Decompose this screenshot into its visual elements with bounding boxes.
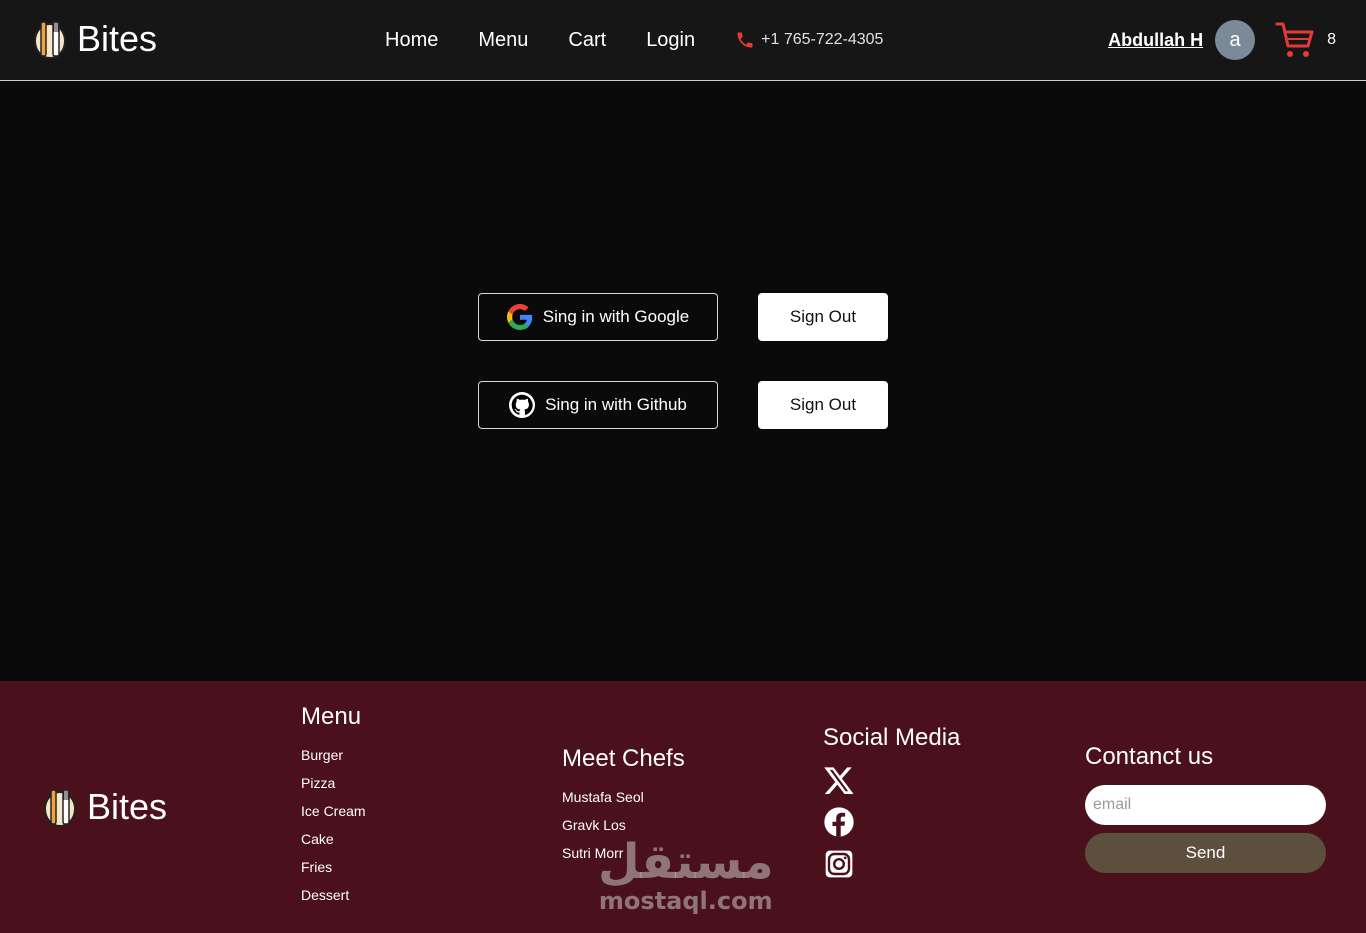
phone-icon xyxy=(737,32,753,48)
github-signout-button[interactable]: Sign Out xyxy=(758,381,888,429)
cutlery-logo-icon xyxy=(34,21,66,59)
chef-link[interactable]: Mustafa Seol xyxy=(562,783,685,811)
footer-social-title: Social Media xyxy=(823,724,961,751)
footer-brand-logo[interactable]: Bites xyxy=(43,786,167,828)
footer-menu-item[interactable]: Pizza xyxy=(301,769,366,797)
footer-contact-column: Contanct us xyxy=(1085,743,1213,781)
header: Bites Home Menu Cart Login +1 765-722-43… xyxy=(0,0,1366,81)
google-signin-label: Sing in with Google xyxy=(542,307,690,326)
watermark-arabic: مستقل xyxy=(598,834,774,890)
github-signin-label: Sing in with Github xyxy=(545,395,687,414)
watermark-latin: mostaql.com xyxy=(598,887,773,915)
brand-name: Bites xyxy=(77,18,158,59)
footer-menu-item[interactable]: Ice Cream xyxy=(301,797,366,825)
nav-menu[interactable]: Menu xyxy=(478,28,528,52)
avatar[interactable]: a xyxy=(1215,20,1256,60)
footer-menu-item[interactable]: Fries xyxy=(301,853,366,881)
nav-home[interactable]: Home xyxy=(385,28,438,52)
facebook-icon[interactable] xyxy=(823,806,855,838)
cart-icon xyxy=(1275,22,1314,57)
cart-count: 8 xyxy=(1327,31,1336,48)
user-name-link[interactable]: Abdullah H xyxy=(1108,30,1203,51)
footer-menu-item[interactable]: Cake xyxy=(301,825,366,853)
email-field[interactable] xyxy=(1085,785,1326,825)
cart-button[interactable]: 8 xyxy=(1275,21,1336,59)
send-button[interactable]: Send xyxy=(1085,833,1326,873)
instagram-icon[interactable] xyxy=(823,848,855,880)
brand-logo[interactable]: Bites xyxy=(33,18,157,60)
google-signout-button[interactable]: Sign Out xyxy=(758,293,888,341)
footer-menu-item[interactable]: Burger xyxy=(301,741,366,769)
github-icon xyxy=(509,392,536,418)
main-nav: Home Menu Cart Login +1 765-722-4305 xyxy=(385,28,883,52)
footer: Bites Menu Burger Pizza Ice Cream Cake F… xyxy=(0,681,1366,933)
x-icon[interactable] xyxy=(823,764,855,796)
footer-menu-column: Menu Burger Pizza Ice Cream Cake Fries D… xyxy=(301,703,366,909)
nav-login[interactable]: Login xyxy=(646,28,695,52)
nav-cart[interactable]: Cart xyxy=(568,28,606,52)
footer-contact-title: Contanct us xyxy=(1085,743,1214,770)
github-signin-button[interactable]: Sing in with Github xyxy=(478,381,718,429)
phone-number: +1 765-722-4305 xyxy=(761,31,884,48)
footer-chefs-title: Meet Chefs xyxy=(562,745,685,772)
footer-menu-title: Menu xyxy=(301,703,362,730)
user-area: Abdullah H a 8 xyxy=(1108,20,1336,60)
phone-contact[interactable]: +1 765-722-4305 xyxy=(735,30,883,50)
footer-brand-name: Bites xyxy=(87,786,168,827)
google-signin-button[interactable]: Sing in with Google xyxy=(478,293,718,341)
footer-social-column: Social Media xyxy=(823,724,960,890)
footer-menu-item[interactable]: Dessert xyxy=(301,881,366,909)
watermark: مستقل mostaql.com xyxy=(598,836,774,914)
cutlery-logo-icon xyxy=(44,789,76,827)
google-icon xyxy=(506,304,532,330)
